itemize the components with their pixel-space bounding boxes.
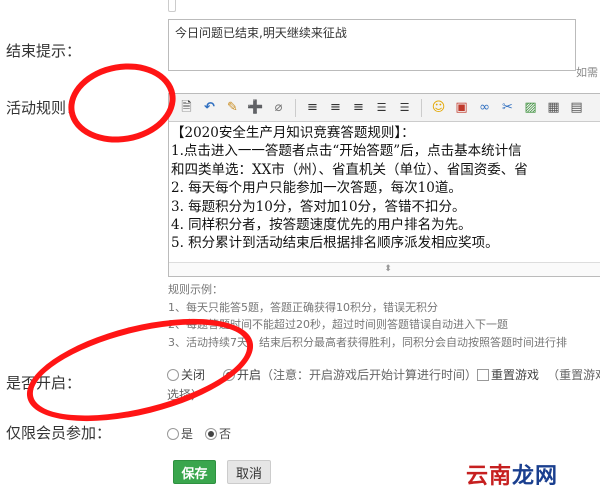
reset-game-hint: （重置游戏 (547, 368, 600, 382)
rules-rich-editor[interactable]: 🗎 ↶ ✎ ➕ ⌀ ≡ ≡ ≡ ☰ ☰ ☺ ▣ ∞ ✂ ▨ ▦ ▤ 【2020安… (168, 93, 600, 277)
rules-example-title: 规则示例： (168, 283, 223, 296)
enabled-off-radio[interactable] (167, 368, 179, 381)
save-button[interactable]: 保存 (173, 460, 216, 484)
enabled-off-label[interactable]: 关闭 (181, 366, 205, 383)
enabled-hint: （注意：开启游戏后开始计算进行时间） (261, 368, 478, 382)
emoticon-icon[interactable]: ☺ (429, 98, 448, 117)
unordered-list-icon[interactable]: ☰ (395, 98, 414, 117)
rule-line: 3. 每题积分为10分，答对加10分，答错不扣分。 (171, 198, 466, 215)
source-code-icon[interactable]: 🗎 (177, 98, 196, 117)
table-icon[interactable]: ▦ (544, 98, 563, 117)
reset-game-label[interactable]: 重置游戏 (491, 366, 539, 383)
reset-game-checkbox[interactable] (477, 368, 490, 381)
reset-game-hint-continued: 选择） (167, 388, 204, 402)
previous-field-edge (168, 0, 176, 12)
grid-icon[interactable]: ▤ (567, 98, 586, 117)
members-only-options: 是 否 (167, 425, 231, 442)
rule-line: 【2020安全生产月知识竞赛答题规则】： (171, 125, 415, 141)
link-icon[interactable]: ∞ (475, 98, 494, 117)
watermark-part-1: 云南 (466, 464, 513, 489)
picture-icon[interactable]: ▨ (521, 98, 540, 117)
editor-resize-handle[interactable]: ⬍ (169, 262, 600, 276)
site-watermark: 云南龙网 (466, 458, 558, 490)
enabled-on-radio[interactable] (223, 368, 236, 381)
rule-line: 2. 每天每个用户只能参加一次答题，每次10道。 (171, 180, 462, 197)
resize-grip-icon: ⬍ (384, 264, 392, 274)
editor-toolbar: 🗎 ↶ ✎ ➕ ⌀ ≡ ≡ ≡ ☰ ☰ ☺ ▣ ∞ ✂ ▨ ▦ ▤ (169, 94, 600, 122)
format-brush-icon[interactable]: ✎ (223, 98, 242, 117)
undo-icon[interactable]: ↶ (200, 98, 219, 117)
rule-line: 5. 积分累计到活动结束后根据排名顺序派发相应奖项。 (171, 235, 499, 252)
eraser-icon[interactable]: ⌀ (269, 98, 288, 117)
end-tip-note: 如需 (576, 66, 598, 79)
members-only-yes-radio[interactable] (167, 427, 179, 440)
rules-example-item: 1、每天只能答5题，答题正确获得10积分，错误无积分 (168, 300, 438, 314)
members-only-no-label[interactable]: 否 (219, 425, 231, 442)
align-center-icon[interactable]: ≡ (326, 98, 345, 117)
toolbar-divider (295, 98, 296, 117)
watermark-part-2: 龙网 (512, 464, 559, 489)
unlink-icon[interactable]: ✂ (498, 98, 517, 117)
members-only-yes-label[interactable]: 是 (181, 425, 193, 442)
cancel-button[interactable]: 取消 (227, 460, 271, 484)
rules-example-item: 3、活动持续7天，结束后积分最高者获得胜利，同积分会自动按照答题时间进行排 (168, 335, 567, 349)
paste-text-icon[interactable]: ➕ (246, 98, 265, 117)
rules-label: 活动规则： (6, 99, 82, 117)
enabled-options: 关闭 开启 （注意：开启游戏后开始计算进行时间） 重置游戏 （重置游戏 (167, 366, 600, 383)
rules-example: 规则示例： 1、每天只能答5题，答题正确获得10积分，错误无积分 2、每题答题时… (168, 281, 600, 351)
enabled-on-label[interactable]: 开启 (237, 366, 261, 383)
rule-line: 和四类单选：XX市（州）、省直机关（单位）、省国资委、省 (171, 161, 528, 178)
editor-content[interactable]: 【2020安全生产月知识竞赛答题规则】： 1.点击进入一一答题者点击“开始答题”… (169, 122, 600, 262)
rules-example-item: 2、每题答题时间不能超过20秒，超过时间则答题错误自动进入下一题 (168, 318, 508, 331)
end-tip-label: 结束提示： (6, 42, 82, 60)
align-left-icon[interactable]: ≡ (303, 98, 322, 117)
align-right-icon[interactable]: ≡ (349, 98, 368, 117)
toolbar-divider (421, 98, 422, 117)
enabled-label: 是否开启： (6, 374, 82, 392)
members-only-label: 仅限会员参加： (6, 424, 112, 442)
rule-line: 1.点击进入一一答题者点击“开始答题”后，点击基本统计信 (171, 143, 522, 160)
insert-image-icon[interactable]: ▣ (452, 98, 471, 117)
members-only-no-radio[interactable] (205, 427, 218, 440)
ordered-list-icon[interactable]: ☰ (372, 98, 391, 117)
rule-line: 4. 同样积分者，按答题速度优先的用户排名为先。 (171, 217, 472, 234)
end-tip-textarea[interactable]: 今日问题已结束,明天继续来征战 (168, 19, 576, 71)
